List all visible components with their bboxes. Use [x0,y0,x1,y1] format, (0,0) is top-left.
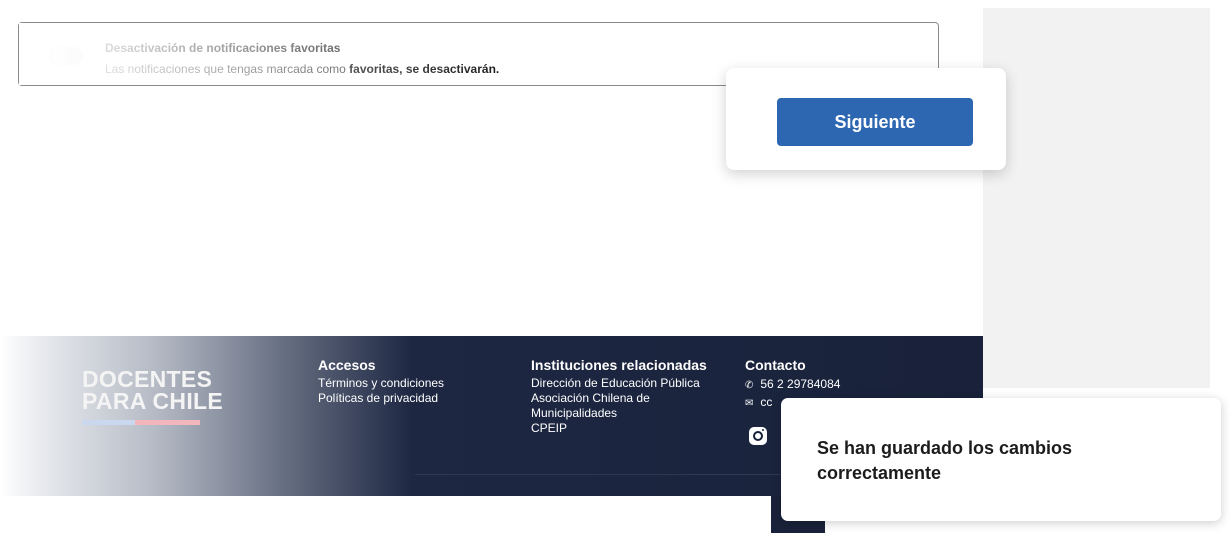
side-panel [983,8,1210,388]
contact-email-text: cc [760,395,773,409]
notification-description: Las notificaciones que tengas marcada co… [105,62,499,76]
brand-line-2: PARA CHILE [82,388,223,414]
link-privacy[interactable]: Políticas de privacidad [318,391,444,406]
contact-phone[interactable]: ✆ 56 2 29784084 [745,376,840,394]
link-cpeip[interactable]: CPEIP [531,421,711,436]
notification-title: Desactivación de notificaciones favorita… [105,41,341,55]
instituciones-title: Instituciones relacionadas [531,357,707,373]
link-asociacion-municipalidades[interactable]: Asociación Chilena de Municipalidades [531,391,711,421]
notification-description-bold: favoritas, se desactivarán. [349,62,500,76]
footer-instituciones: Instituciones relacionadas Dirección de … [531,357,711,436]
success-toast: Se han guardado los cambios correctament… [781,398,1221,521]
link-terms[interactable]: Términos y condiciones [318,376,444,391]
instagram-icon[interactable] [749,427,767,445]
link-educacion-publica[interactable]: Dirección de Educación Pública [531,376,711,391]
phone-icon: ✆ [745,380,754,391]
next-button[interactable]: Siguiente [777,98,973,146]
notification-description-text: Las notificaciones que tengas marcada co… [105,62,350,76]
contacto-title: Contacto [745,357,806,373]
favorite-notifications-toggle[interactable] [49,47,83,65]
next-action-card: Siguiente [726,68,1006,170]
brand-line-1: DOCENTES [82,366,213,392]
accesos-title: Accesos [318,357,376,373]
footer-accesos: Accesos Términos y condiciones Políticas… [318,357,444,406]
toggle-knob [51,49,65,63]
brand-logo: DOCENTES PARA CHILE [82,368,223,425]
contact-phone-text: 56 2 29784084 [760,377,841,391]
mail-icon: ✉ [745,398,754,409]
toast-message: Se han guardado los cambios correctament… [817,438,1073,483]
brand-bar [82,420,200,425]
